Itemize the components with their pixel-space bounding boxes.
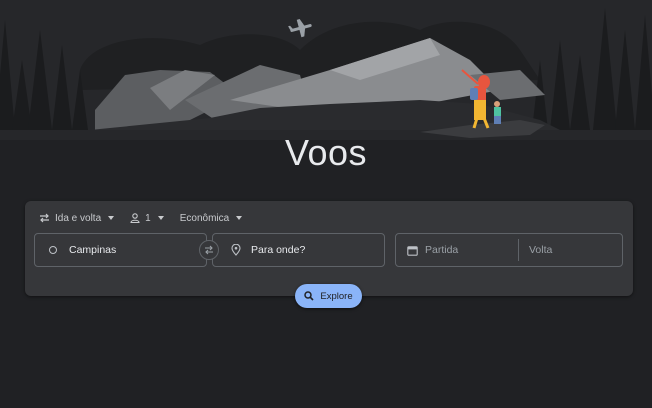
date-divider — [518, 239, 519, 261]
person-icon — [130, 213, 140, 223]
explore-button[interactable]: Explore — [295, 284, 362, 308]
trip-type-label: Ida e volta — [55, 212, 102, 224]
chevron-down-icon — [108, 216, 115, 220]
chevron-down-icon — [236, 216, 243, 220]
swap-arrows-icon — [40, 213, 49, 223]
origin-value: Campinas — [69, 244, 117, 256]
passengers-count: 1 — [145, 212, 151, 224]
destination-input[interactable]: Para onde? — [212, 233, 385, 267]
cabin-class-label: Econômica — [179, 212, 230, 224]
calendar-icon — [407, 245, 418, 256]
location-pin-icon — [231, 244, 241, 256]
search-icon — [304, 291, 314, 301]
date-range-input: Partida Volta — [395, 233, 623, 267]
departure-placeholder: Partida — [425, 244, 459, 256]
page-title: Voos — [284, 132, 368, 173]
swap-origin-destination-button[interactable] — [199, 240, 219, 260]
search-options-row: Ida e volta 1 Econômica — [39, 209, 258, 227]
destination-placeholder: Para onde? — [251, 244, 306, 256]
chevron-down-icon — [157, 216, 164, 220]
trip-type-select[interactable]: Ida e volta — [39, 212, 115, 224]
flight-search-panel: Ida e volta 1 Econômica Campinas Para on… — [25, 201, 633, 296]
origin-circle-icon — [49, 246, 57, 254]
return-placeholder: Volta — [529, 244, 553, 256]
passengers-select[interactable]: 1 — [130, 213, 164, 224]
origin-input[interactable]: Campinas — [34, 233, 207, 267]
departure-date-field[interactable]: Partida — [396, 234, 518, 266]
cabin-class-select[interactable]: Econômica — [179, 212, 243, 224]
swap-arrows-icon — [205, 245, 213, 255]
return-date-field[interactable]: Volta — [529, 234, 552, 266]
hero-illustration — [0, 0, 652, 140]
explore-label: Explore — [320, 290, 353, 302]
